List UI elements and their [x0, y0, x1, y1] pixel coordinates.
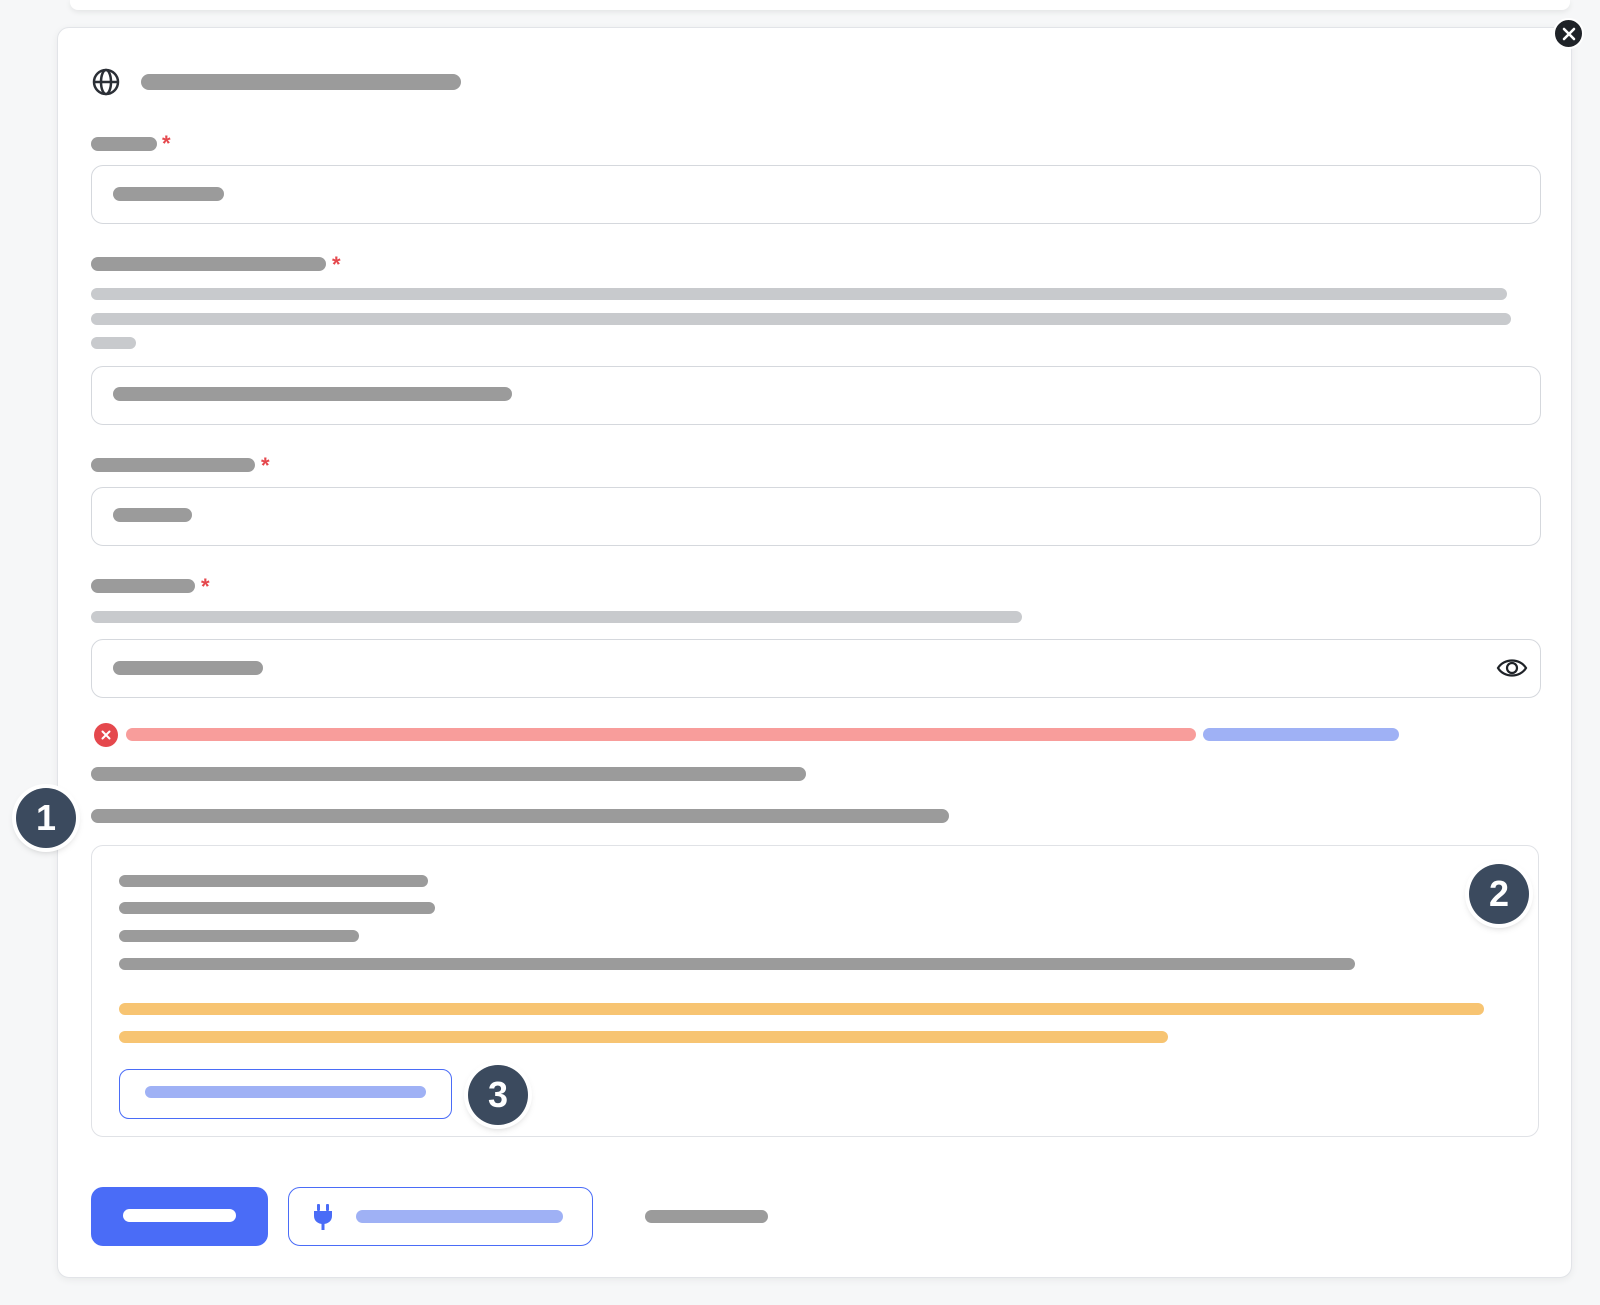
field-4-label	[91, 579, 195, 593]
panel-text-line	[119, 875, 428, 887]
info-text-line	[91, 809, 949, 823]
test-connection-button-label	[356, 1210, 563, 1223]
field-1-input[interactable]	[91, 165, 1541, 224]
field-2-value	[113, 387, 512, 401]
panel-text-line	[119, 958, 1355, 970]
required-marker: *	[332, 252, 341, 277]
field-2-help-line	[91, 337, 136, 349]
error-link[interactable]	[1203, 728, 1399, 741]
required-marker: *	[201, 574, 210, 599]
info-text-line	[91, 767, 806, 781]
cancel-link[interactable]	[645, 1210, 768, 1223]
field-2-label	[91, 257, 326, 271]
field-4-value	[113, 661, 263, 675]
plug-icon	[312, 1203, 334, 1236]
field-1-value	[113, 187, 224, 201]
field-1-label	[91, 137, 157, 151]
panel-action-button-label	[145, 1086, 426, 1098]
step-badge-2: 2	[1469, 864, 1529, 924]
panel-text-line	[119, 930, 359, 942]
field-4-input[interactable]	[91, 639, 1541, 698]
required-marker: *	[261, 453, 270, 478]
dialog-title	[141, 74, 461, 90]
primary-submit-button-label	[123, 1209, 236, 1222]
error-x-icon	[94, 723, 118, 747]
field-2-help-line	[91, 313, 1511, 325]
field-2-help-line	[91, 288, 1507, 300]
step-badge-1: 1	[16, 788, 76, 848]
field-3-label	[91, 458, 255, 472]
close-icon	[1562, 27, 1575, 40]
panel-warning-line	[119, 1003, 1484, 1015]
eye-icon[interactable]	[1496, 656, 1528, 685]
panel-text-line	[119, 902, 435, 914]
step-badge-3: 3	[468, 1065, 528, 1125]
panel-warning-line	[119, 1031, 1168, 1043]
error-message	[126, 728, 1196, 741]
globe-icon	[92, 68, 120, 101]
field-4-help-line	[91, 611, 1022, 623]
previous-card-edge	[70, 0, 1570, 10]
field-3-value	[113, 508, 192, 522]
required-marker: *	[162, 131, 171, 156]
close-button[interactable]	[1553, 18, 1584, 49]
field-3-input[interactable]	[91, 487, 1541, 546]
